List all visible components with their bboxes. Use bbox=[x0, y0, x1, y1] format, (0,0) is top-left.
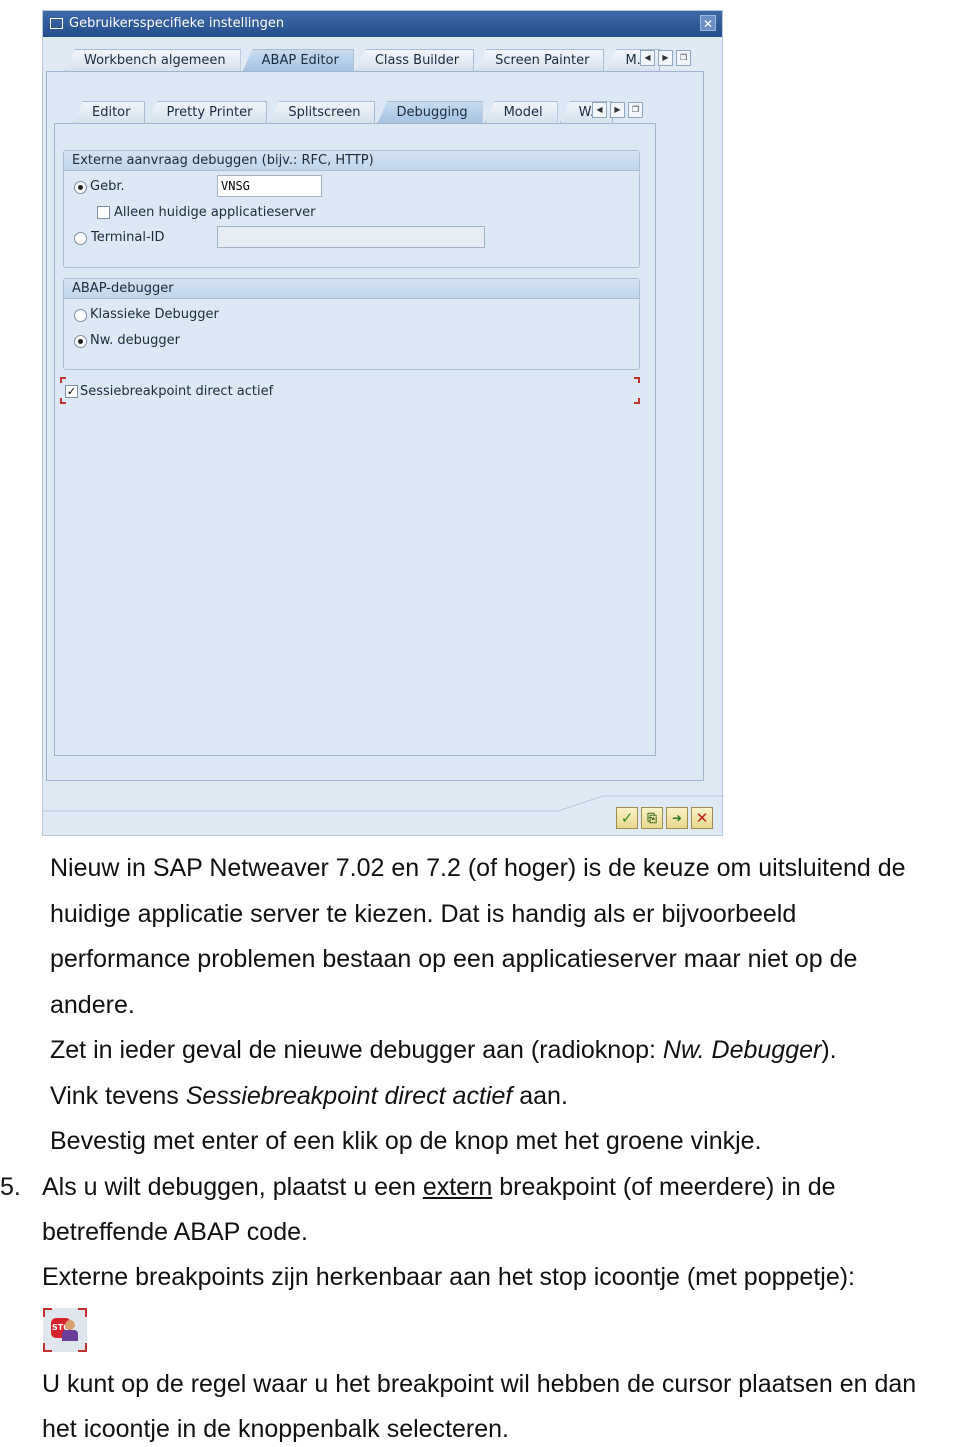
tab-scroll-right-icon[interactable]: ▶ bbox=[658, 50, 673, 66]
tab-screen-painter[interactable]: Screen Painter bbox=[476, 49, 605, 71]
doc-line: Bevestig met enter of een klik op de kno… bbox=[50, 1127, 762, 1155]
doc-line: Externe breakpoints zijn herkenbaar aan … bbox=[42, 1263, 855, 1291]
focus-corner bbox=[60, 377, 66, 383]
tab-editor[interactable]: Editor bbox=[73, 101, 146, 123]
terminal-input[interactable] bbox=[217, 226, 485, 248]
text: Zet in ieder geval de nieuwe debugger aa… bbox=[50, 1036, 663, 1064]
tab-abap-editor[interactable]: ABAP Editor bbox=[242, 49, 354, 71]
user-label: Gebr. bbox=[90, 179, 125, 194]
tab-class-builder[interactable]: Class Builder bbox=[355, 49, 475, 71]
group-title: ABAP-debugger bbox=[64, 279, 639, 299]
close-icon[interactable]: ✕ bbox=[700, 15, 716, 31]
focus-corner bbox=[60, 398, 66, 404]
emphasis: Sessiebreakpoint direct actief bbox=[185, 1082, 513, 1110]
classic-debugger-label: Klassieke Debugger bbox=[90, 307, 219, 322]
inner-tab-list-icon[interactable]: ❐ bbox=[628, 102, 643, 118]
inner-scroll-right-icon[interactable]: ▶ bbox=[610, 102, 625, 118]
doc-line: betreffende ABAP code. bbox=[42, 1218, 308, 1246]
transfer-button[interactable]: ➜ bbox=[666, 807, 688, 829]
tab-list-icon[interactable]: ❐ bbox=[676, 50, 691, 66]
user-input[interactable]: VNSG bbox=[217, 175, 322, 197]
tab-workbench-algemeen[interactable]: Workbench algemeen bbox=[65, 49, 241, 71]
doc-line: andere. bbox=[50, 991, 135, 1019]
doc-line: performance problemen bestaan op een app… bbox=[50, 945, 858, 973]
terminal-radio[interactable] bbox=[74, 232, 87, 245]
doc-line: Vink tevens Sessiebreakpoint direct acti… bbox=[50, 1081, 568, 1111]
tab-pretty-printer[interactable]: Pretty Printer bbox=[147, 101, 268, 123]
classic-debugger-radio[interactable] bbox=[74, 309, 87, 322]
new-debugger-label: Nw. debugger bbox=[90, 333, 181, 348]
tab-model[interactable]: Model bbox=[484, 101, 558, 123]
dialog-titlebar: Gebruikersspecifieke instellingen ✕ bbox=[43, 11, 722, 37]
doc-line: het icoontje in de knoppenbalk selectere… bbox=[42, 1415, 509, 1443]
doc-line: Als u wilt debuggen, plaatst u een exter… bbox=[42, 1172, 836, 1202]
external-breakpoint-icon: STO bbox=[43, 1308, 87, 1352]
tab-splitscreen[interactable]: Splitscreen bbox=[269, 101, 376, 123]
tab-scroll-left-icon[interactable]: ◀ bbox=[640, 50, 655, 66]
text: Als u wilt debuggen, plaatst u een bbox=[42, 1173, 423, 1201]
copy-button[interactable]: ⎘ bbox=[641, 807, 663, 829]
inner-scroll-left-icon[interactable]: ◀ bbox=[592, 102, 607, 118]
tab-debugging[interactable]: Debugging bbox=[377, 101, 483, 123]
text: Vink tevens bbox=[50, 1082, 186, 1110]
external-debug-group: Externe aanvraag debuggen (bijv.: RFC, H… bbox=[63, 150, 640, 268]
extern-link[interactable]: extern bbox=[423, 1173, 492, 1201]
focus-corner bbox=[634, 398, 640, 404]
abap-debugger-group: ABAP-debugger Klassieke Debugger Nw. deb… bbox=[63, 278, 640, 370]
doc-line: huidige applicatie server te kiezen. Dat… bbox=[50, 900, 797, 928]
confirm-button[interactable]: ✓ bbox=[616, 807, 638, 829]
cancel-button[interactable]: ✕ bbox=[691, 807, 713, 829]
current-server-checkbox[interactable] bbox=[97, 206, 110, 219]
group-title: Externe aanvraag debuggen (bijv.: RFC, H… bbox=[64, 151, 639, 171]
window-icon bbox=[50, 18, 63, 29]
dialog-title: Gebruikersspecifieke instellingen bbox=[69, 16, 285, 31]
sap-dialog: Gebruikersspecifieke instellingen ✕ Work… bbox=[42, 10, 724, 836]
text: ). bbox=[821, 1036, 837, 1064]
new-debugger-radio[interactable] bbox=[74, 335, 87, 348]
text: aan. bbox=[512, 1082, 568, 1110]
list-number: 5. bbox=[0, 1173, 21, 1201]
session-breakpoint-label: Sessiebreakpoint direct actief bbox=[80, 384, 274, 399]
doc-line: Zet in ieder geval de nieuwe debugger aa… bbox=[50, 1035, 837, 1065]
current-server-label: Alleen huidige applicatieserver bbox=[114, 205, 316, 220]
doc-line: U kunt op de regel waar u het breakpoint… bbox=[42, 1370, 917, 1398]
text: breakpoint (of meerdere) in de bbox=[492, 1173, 836, 1201]
user-radio[interactable] bbox=[74, 181, 87, 194]
doc-line: Nieuw in SAP Netweaver 7.02 en 7.2 (of h… bbox=[50, 854, 906, 882]
focus-corner bbox=[634, 377, 640, 383]
session-breakpoint-checkbox[interactable]: ✓ bbox=[65, 385, 78, 398]
emphasis: Nw. Debugger bbox=[662, 1036, 822, 1064]
terminal-label: Terminal-ID bbox=[91, 230, 165, 245]
